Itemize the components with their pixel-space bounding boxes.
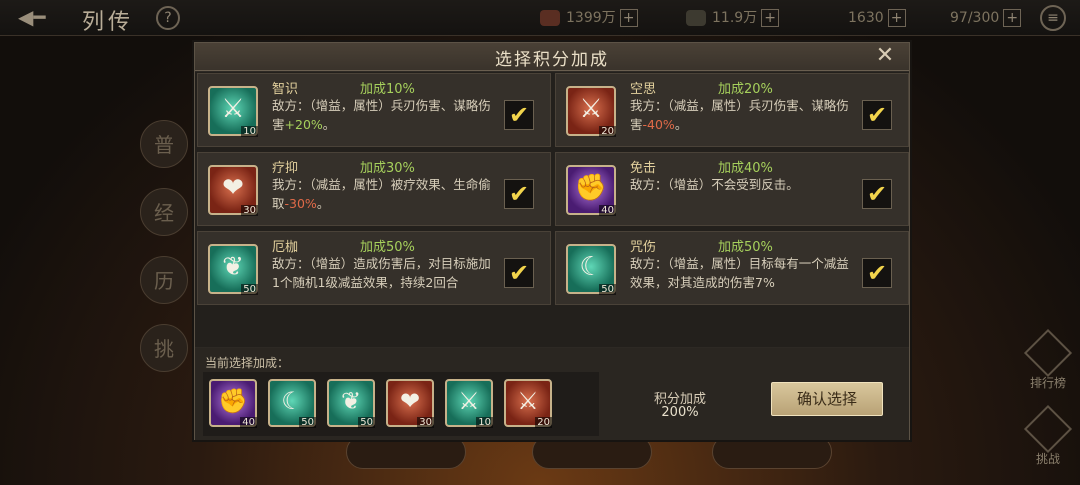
coin-icon [540, 10, 560, 26]
side-tab-3[interactable]: 历 [140, 256, 188, 304]
bonus-name: 免击 [630, 161, 657, 176]
select-checkbox[interactable]: ✔ [862, 100, 892, 130]
bonus-percent: 加成50% [718, 240, 773, 255]
add-jade-button[interactable]: + [887, 9, 906, 27]
current-selection-label: 当前选择加成： [205, 356, 290, 370]
bottom-tab-3[interactable] [712, 435, 832, 469]
claw-icon: ☾ 50 [566, 244, 616, 295]
resource-stamina: 97/300 + [950, 7, 1022, 29]
claw-icon[interactable]: ☾ 50 [268, 379, 316, 428]
resource-jade: 1630 + [848, 7, 906, 29]
bonus-description: 我方：（减益，属性）被疗效果、生命偷取-30%。 [272, 177, 491, 211]
grain-icon [686, 10, 706, 26]
level-badge: 50 [299, 417, 316, 428]
fan-icon[interactable]: ❦ 50 [327, 379, 375, 428]
bonus-card[interactable]: ☾ 50 咒伤 加成50% 敌方：（增益，属性）目标每有一个减益效果，对其造成的伤害7%… [555, 231, 909, 305]
resource-food: 11.9万 + [686, 7, 780, 29]
sword-icon: ⚔ 10 [208, 86, 258, 137]
bottom-tab-2[interactable] [532, 435, 652, 469]
bonus-percent: 加成50% [360, 240, 415, 255]
level-badge: 50 [241, 284, 258, 295]
bonus-name: 智识 [272, 82, 299, 97]
bottom-tab-1[interactable] [346, 435, 466, 469]
level-badge: 20 [599, 126, 616, 137]
bonus-card[interactable]: ❤ 30 疗抑 加成30% 我方：（减益，属性）被疗效果、生命偷取-30%。 ✔ [197, 152, 551, 226]
top-bar: ◀━ 列传 ? 1399万 + 11.9万 + 1630 + 97/300 + ≡ [0, 0, 1080, 36]
level-badge: 20 [535, 417, 552, 428]
hearts-icon[interactable]: ❤ 30 [386, 379, 434, 428]
side-tab-1[interactable]: 普 [140, 120, 188, 168]
bonus-list[interactable]: ⚔ 10 智识 加成10% 敌方：（增益，属性）兵刃伤害、谋略伤害+20%。 ✔ ⚔ 20 空思… [195, 72, 909, 347]
bonus-description: 敌方：（增益，属性）目标每有一个减益效果，对其造成的伤害7% [630, 256, 849, 290]
select-checkbox[interactable]: ✔ [862, 258, 892, 288]
bonus-name: 厄枷 [272, 240, 299, 255]
back-button[interactable]: ◀━ [18, 6, 66, 28]
bonus-name: 空思 [630, 82, 657, 97]
bonus-card[interactable]: ⚔ 10 智识 加成10% 敌方：（增益，属性）兵刃伤害、谋略伤害+20%。 ✔ [197, 73, 551, 147]
sword-icon[interactable]: ⚔ 20 [504, 379, 552, 428]
bonus-name: 咒伤 [630, 240, 657, 255]
dialog-title: 选择积分加成 [495, 50, 609, 70]
level-badge: 40 [240, 417, 257, 428]
current-selection-list: ✊ 40 ☾ 50 ❦ 50 ❤ 30 ⚔ 10 ⚔ 20 [203, 372, 599, 436]
level-badge: 50 [358, 417, 375, 428]
bonus-percent: 加成10% [360, 82, 415, 97]
dialog-header: 选择积分加成 ✕ [195, 43, 909, 71]
bonus-description: 敌方：（增益）不会受到反击。 [630, 177, 799, 192]
bonus-percent: 加成30% [360, 161, 415, 176]
select-checkbox[interactable]: ✔ [504, 258, 534, 288]
level-badge: 10 [241, 126, 258, 137]
fist-icon[interactable]: ✊ 40 [209, 379, 257, 428]
back-arrow-icon: ◀━ [18, 5, 46, 29]
add-copper-button[interactable]: + [619, 9, 638, 27]
page-title: 列传 [82, 10, 135, 35]
menu-icon[interactable]: ≡ [1040, 5, 1066, 31]
sword-icon: ⚔ 20 [566, 86, 616, 137]
select-checkbox[interactable]: ✔ [862, 179, 892, 209]
help-icon[interactable]: ? [156, 6, 180, 30]
level-badge: 50 [599, 284, 616, 295]
hearts-icon: ❤ 30 [208, 165, 258, 216]
select-checkbox[interactable]: ✔ [504, 100, 534, 130]
fan-icon: ❦ 50 [208, 244, 258, 295]
total-bonus-value: 200% [661, 405, 699, 420]
ranking-button[interactable]: 排行榜 [1020, 328, 1076, 396]
bonus-card[interactable]: ❦ 50 厄枷 加成50% 敌方：（增益）造成伤害后，对目标施加1个随机1级减益效果，持… [197, 231, 551, 305]
bonus-percent: 加成20% [718, 82, 773, 97]
challenge-button[interactable]: 挑战 [1020, 404, 1076, 472]
bonus-description: 我方：（减益，属性）兵刃伤害、谋略伤害-40%。 [630, 98, 849, 132]
confirm-button[interactable]: 确认选择 [771, 382, 883, 416]
bonus-selection-dialog: 选择积分加成 ✕ ⚔ 10 智识 加成10% 敌方：（增益，属性）兵刃伤害、谋略伤害+2… [194, 42, 910, 440]
add-food-button[interactable]: + [761, 9, 780, 27]
level-badge: 30 [241, 205, 258, 216]
selection-footer: 当前选择加成： ✊ 40 ☾ 50 ❦ 50 ❤ 30 ⚔ 10 ⚔ 20 积分加成 200% 确认选… [195, 348, 909, 440]
bonus-card[interactable]: ⚔ 20 空思 加成20% 我方：（减益，属性）兵刃伤害、谋略伤害-40%。 ✔ [555, 73, 909, 147]
bonus-percent: 加成40% [718, 161, 773, 176]
crossed-swords-icon [1023, 404, 1073, 454]
sword-icon[interactable]: ⚔ 10 [445, 379, 493, 428]
bonus-card[interactable]: ✊ 40 免击 加成40% 敌方：（增益）不会受到反击。 ✔ [555, 152, 909, 226]
side-tab-2[interactable]: 经 [140, 188, 188, 236]
level-badge: 40 [599, 205, 616, 216]
bonus-description: 敌方：（增益，属性）兵刃伤害、谋略伤害+20%。 [272, 98, 491, 132]
fist-icon: ✊ 40 [566, 165, 616, 216]
resource-copper: 1399万 + [540, 7, 638, 29]
level-badge: 30 [417, 417, 434, 428]
ranking-icon [1023, 328, 1073, 378]
close-icon[interactable]: ✕ [873, 45, 897, 69]
select-checkbox[interactable]: ✔ [504, 179, 534, 209]
add-stamina-button[interactable]: + [1003, 9, 1022, 27]
bonus-description: 敌方：（增益）造成伤害后，对目标施加1个随机1级减益效果，持续2回合 [272, 256, 491, 290]
bonus-name: 疗抑 [272, 161, 299, 176]
side-tab-4[interactable]: 挑 [140, 324, 188, 372]
level-badge: 10 [476, 417, 493, 428]
